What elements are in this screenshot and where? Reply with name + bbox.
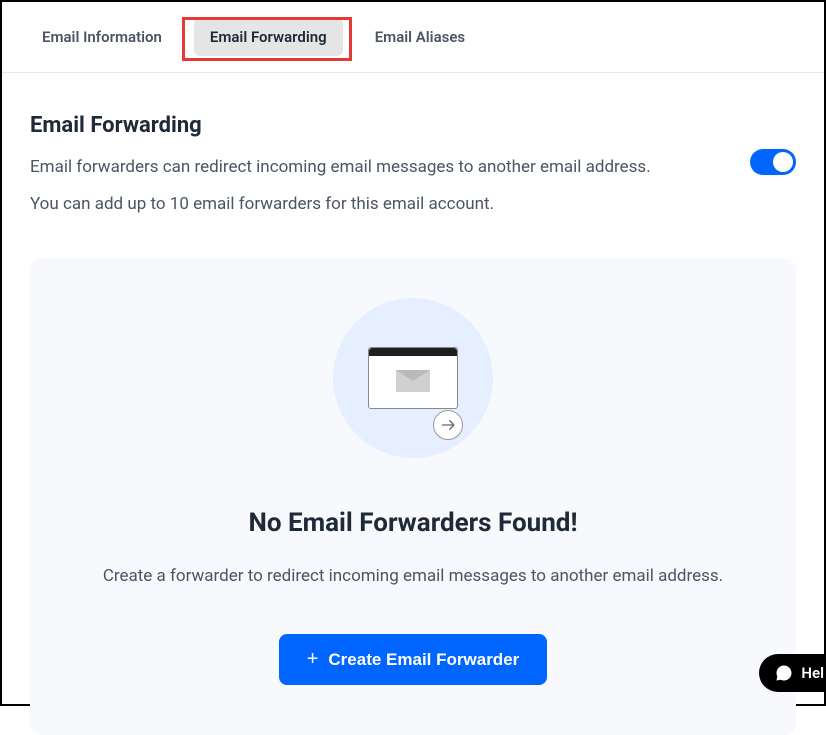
- chat-icon: [775, 664, 793, 682]
- help-label: Hel: [801, 664, 824, 682]
- tab-email-aliases[interactable]: Email Aliases: [359, 18, 481, 56]
- create-button-label: Create Email Forwarder: [328, 650, 519, 670]
- empty-state-card: No Email Forwarders Found! Create a forw…: [30, 258, 796, 735]
- forwarding-toggle[interactable]: [750, 149, 796, 175]
- content-area: Email Forwarding Email forwarders can re…: [2, 73, 824, 735]
- tab-email-information[interactable]: Email Information: [26, 18, 178, 56]
- forward-arrow-icon: [433, 410, 463, 440]
- help-chat-widget[interactable]: Hel: [759, 654, 824, 692]
- mail-window-icon: [368, 347, 458, 409]
- section-title: Email Forwarding: [30, 113, 750, 138]
- envelope-icon: [396, 370, 430, 392]
- section-desc-2: You can add up to 10 email forwarders fo…: [30, 191, 750, 218]
- tab-bar: Email Information Email Forwarding Email…: [2, 2, 824, 73]
- create-forwarder-button[interactable]: + Create Email Forwarder: [279, 634, 548, 685]
- empty-state-desc: Create a forwarder to redirect incoming …: [60, 566, 766, 586]
- section-desc-1: Email forwarders can redirect incoming e…: [30, 154, 750, 181]
- plus-icon: +: [307, 648, 319, 671]
- empty-state-icon: [333, 298, 493, 458]
- tab-email-forwarding[interactable]: Email Forwarding: [194, 18, 343, 56]
- empty-state-title: No Email Forwarders Found!: [60, 508, 766, 538]
